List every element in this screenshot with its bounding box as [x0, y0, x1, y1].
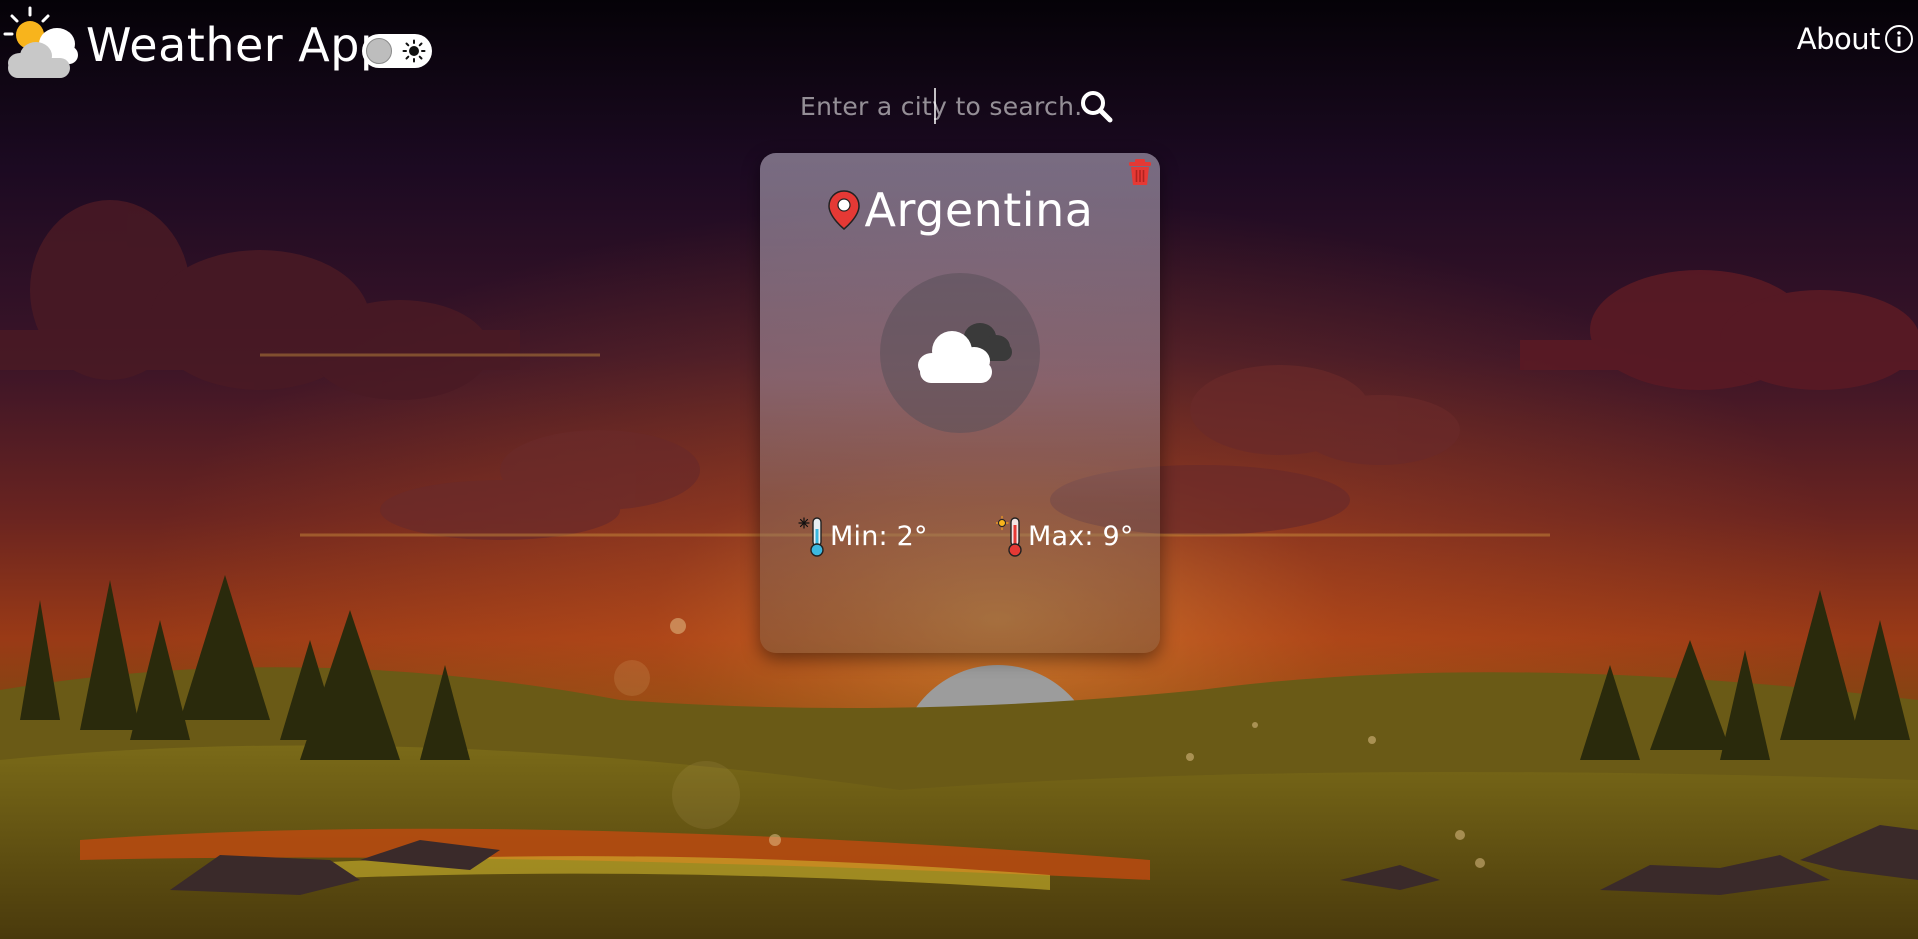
- max-temperature: Max: 9°: [996, 515, 1134, 557]
- about-label: About: [1796, 22, 1881, 56]
- hot-thermometer-icon: [996, 515, 1022, 557]
- min-temperature: Min: 2°: [798, 515, 928, 557]
- weather-card: Argentina Min: 2° Max: 9°: [760, 153, 1160, 653]
- search-icon[interactable]: [1078, 88, 1114, 124]
- app-header: Weather App About: [0, 0, 1918, 80]
- min-temperature-label: Min: 2°: [830, 520, 928, 552]
- toggle-knob: [366, 38, 392, 64]
- cold-thermometer-icon: [798, 517, 824, 557]
- sun-icon: [402, 39, 426, 63]
- info-icon: [1885, 25, 1913, 53]
- weather-icon-badge: [880, 273, 1040, 433]
- temperature-range: Min: 2° Max: 9°: [760, 515, 1160, 559]
- text-caret: [934, 88, 936, 124]
- city-heading: Argentina: [760, 183, 1160, 237]
- max-temperature-label: Max: 9°: [1028, 520, 1134, 552]
- search-input[interactable]: [800, 84, 1080, 128]
- city-name: Argentina: [864, 183, 1094, 237]
- app-title: Weather App: [86, 18, 390, 72]
- sun-cloud-logo-icon: [2, 6, 82, 82]
- about-link[interactable]: About: [1797, 22, 1914, 56]
- cloudy-icon: [918, 323, 1012, 383]
- search-bar: [800, 84, 1150, 128]
- location-pin-icon: [827, 190, 860, 230]
- theme-toggle[interactable]: [362, 34, 432, 68]
